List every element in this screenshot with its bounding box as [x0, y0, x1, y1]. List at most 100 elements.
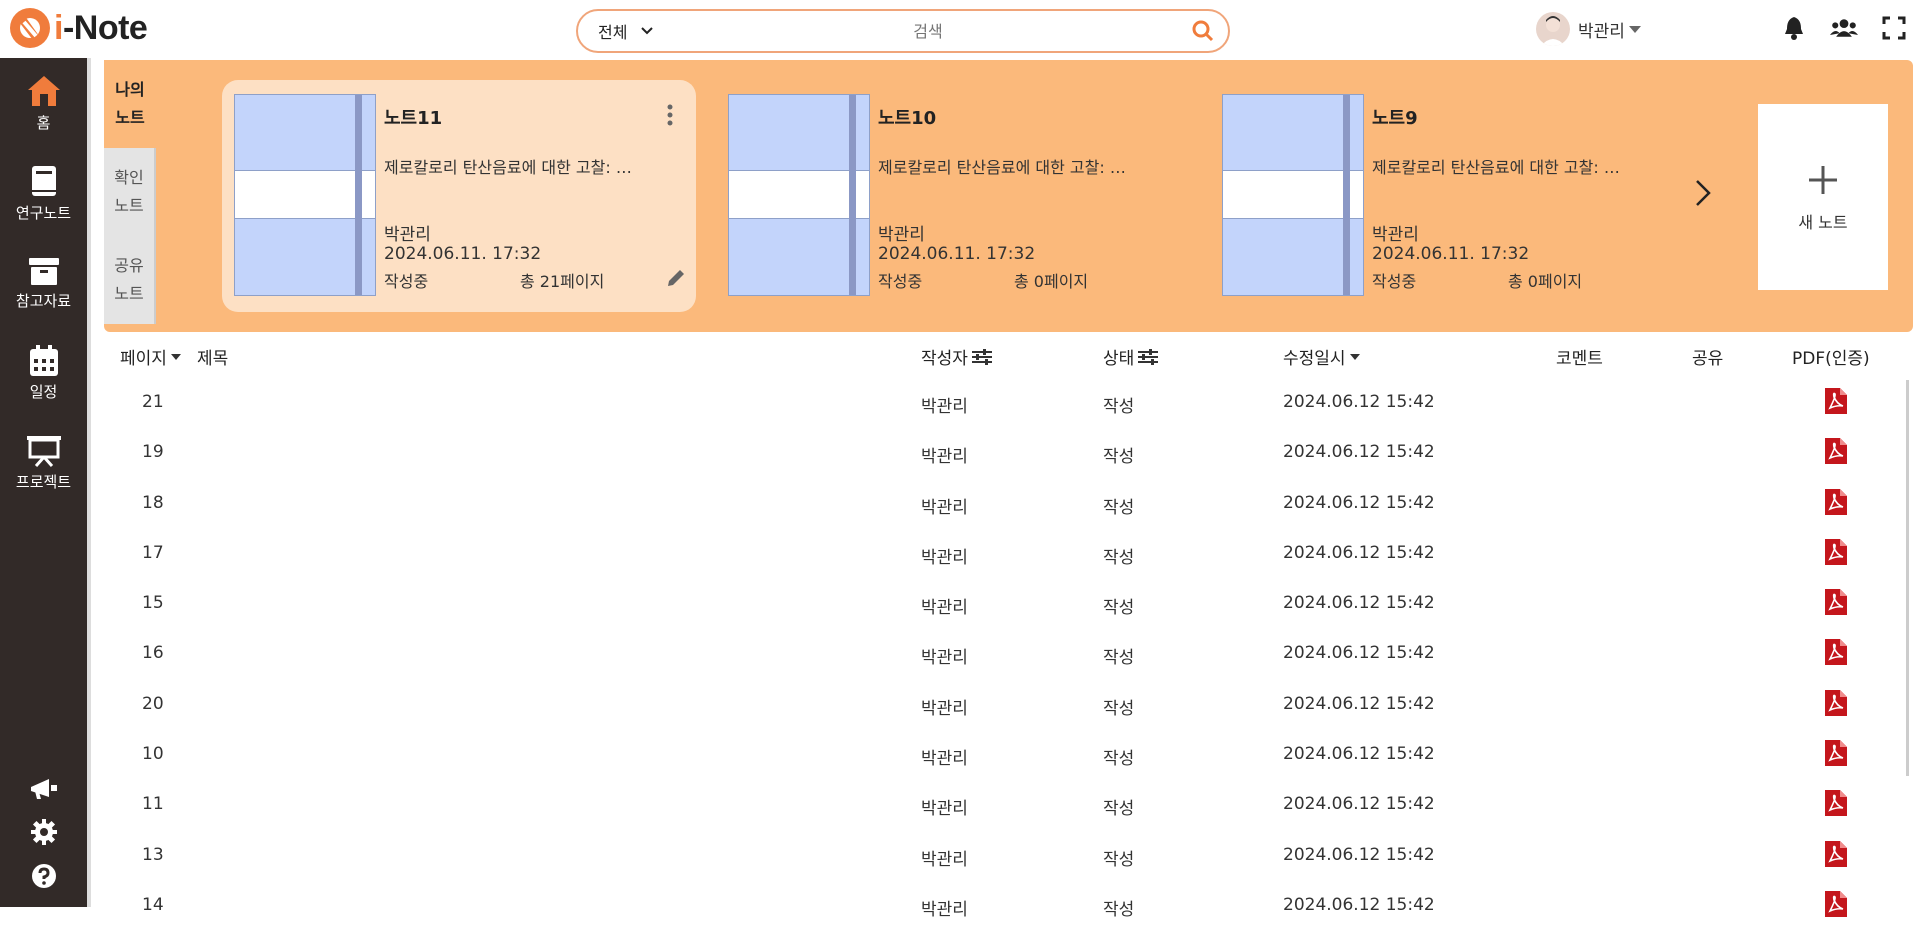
- sidebar-item-schedule[interactable]: 일정: [0, 328, 87, 418]
- chevron-right-icon[interactable]: [1694, 178, 1712, 212]
- sidebar-item-research-notes[interactable]: 연구노트: [0, 148, 87, 238]
- cell-modified: 2024.06.12 15:42: [1283, 693, 1435, 714]
- table-row[interactable]: 15 박관리 작성 2024.06.12 15:42: [104, 579, 1904, 629]
- note-card[interactable]: 노트9 제로칼로리 탄산음료에 대한 고찰: … 박관리 2024.06.11.…: [1210, 80, 1684, 312]
- table-row[interactable]: 16 박관리 작성 2024.06.12 15:42: [104, 629, 1904, 679]
- sidebar-item-label: 프로젝트: [15, 472, 72, 491]
- filter-icon: [971, 348, 992, 365]
- logo-icon: [10, 8, 50, 48]
- cell-modified: 2024.06.12 15:42: [1283, 542, 1435, 563]
- note-thumbnail: [728, 94, 870, 296]
- column-header-pdf: PDF(인증): [1792, 349, 1870, 369]
- note-description: 제로칼로리 탄산음료에 대한 고찰: …: [878, 158, 1126, 177]
- search-scope-select[interactable]: 전체: [578, 11, 678, 51]
- cell-author: 박관리: [921, 397, 968, 417]
- new-note-button[interactable]: 새 노트: [1758, 104, 1888, 290]
- pdf-icon[interactable]: [1825, 890, 1847, 922]
- note-title: 노트9: [1372, 108, 1418, 129]
- cell-status: 작성: [1103, 397, 1135, 417]
- bell-icon[interactable]: [1780, 14, 1808, 42]
- note-status: 작성중: [1372, 272, 1417, 291]
- table-row[interactable]: 18 박관리 작성 2024.06.12 15:42: [104, 479, 1904, 529]
- sidebar-item-projects[interactable]: 프로젝트: [0, 418, 87, 508]
- search-scope-label: 전체: [598, 23, 628, 42]
- more-options-icon[interactable]: [666, 104, 674, 130]
- pdf-icon[interactable]: [1825, 840, 1847, 872]
- sidebar-item-label: 연구노트: [15, 203, 72, 222]
- pdf-icon[interactable]: [1825, 589, 1847, 620]
- note-page-count: 총 0페이지: [1014, 272, 1089, 291]
- app-logo[interactable]: i-Note: [8, 8, 148, 48]
- sidebar-item-home[interactable]: 홈: [0, 58, 87, 148]
- new-note-label: 새 노트: [1798, 213, 1848, 232]
- fullscreen-icon[interactable]: [1880, 14, 1908, 42]
- note-date: 2024.06.11. 17:32: [384, 244, 542, 264]
- cell-page: 11: [142, 794, 164, 815]
- sidebar-item-label: 참고자료: [15, 291, 72, 310]
- tab-review-notes[interactable]: 확인 노트: [104, 148, 156, 236]
- cell-status: 작성: [1103, 648, 1135, 669]
- cell-modified: 2024.06.12 15:42: [1283, 392, 1435, 412]
- column-header-modified[interactable]: 수정일시: [1283, 344, 1360, 369]
- search-button[interactable]: [1178, 11, 1228, 51]
- table-row[interactable]: 19 박관리 작성 2024.06.12 15:42: [104, 428, 1904, 478]
- column-header-page[interactable]: 페이지: [120, 344, 181, 369]
- table-row[interactable]: 11 박관리 작성 2024.06.12 15:42: [104, 780, 1904, 830]
- search-input[interactable]: [678, 21, 1178, 41]
- note-description: 제로칼로리 탄산음료에 대한 고찰: …: [384, 158, 632, 177]
- tab-my-notes[interactable]: 나의 노트: [104, 60, 156, 148]
- note-card[interactable]: 노트11 제로칼로리 탄산음료에 대한 고찰: … 박관리 2024.06.11…: [222, 80, 696, 312]
- column-header-status[interactable]: 상태: [1103, 344, 1159, 369]
- scrollbar[interactable]: [1906, 380, 1909, 776]
- edit-icon[interactable]: [666, 268, 686, 292]
- pdf-icon[interactable]: [1825, 438, 1847, 469]
- cell-page: 16: [142, 643, 164, 664]
- user-menu[interactable]: 박관리: [1536, 12, 1641, 46]
- cell-page: 19: [142, 442, 164, 463]
- search-bar: 전체: [576, 9, 1230, 53]
- table-row[interactable]: 17 박관리 작성 2024.06.12 15:42: [104, 529, 1904, 579]
- table-row[interactable]: 14 박관리 작성 2024.06.12 15:42: [104, 881, 1904, 931]
- calendar-icon: [29, 344, 58, 376]
- pdf-icon[interactable]: [1825, 388, 1847, 419]
- cell-page: 14: [142, 894, 164, 915]
- sort-down-icon: [170, 353, 181, 360]
- sort-down-icon: [1349, 353, 1360, 360]
- sidebar-item-references[interactable]: 참고자료: [0, 238, 87, 328]
- pdf-icon[interactable]: [1825, 790, 1847, 821]
- pdf-icon[interactable]: [1825, 488, 1847, 520]
- note-title: 노트11: [384, 108, 443, 129]
- note-card[interactable]: 노트10 제로칼로리 탄산음료에 대한 고찰: … 박관리 2024.06.11…: [716, 80, 1190, 312]
- tab-shared-notes[interactable]: 공유 노트: [104, 236, 156, 324]
- cell-modified: 2024.06.12 15:42: [1283, 844, 1435, 865]
- cell-page: 13: [142, 844, 164, 865]
- pdf-icon[interactable]: [1825, 538, 1847, 570]
- cell-modified: 2024.06.12 15:42: [1283, 744, 1435, 765]
- note-date: 2024.06.11. 17:32: [878, 244, 1036, 264]
- help-icon[interactable]: [31, 863, 57, 893]
- sidebar-item-label: 홈: [36, 113, 51, 132]
- table-row[interactable]: 10 박관리 작성 2024.06.12 15:42: [104, 730, 1904, 780]
- table-row[interactable]: 13 박관리 작성 2024.06.12 15:42: [104, 831, 1904, 881]
- chevron-down-icon: [641, 24, 654, 38]
- cell-page: 18: [142, 492, 164, 513]
- table-row[interactable]: 21 박관리 작성 2024.06.12 15:42: [104, 378, 1904, 428]
- cell-page: 10: [142, 744, 164, 765]
- cell-status: 작성: [1103, 547, 1135, 568]
- users-icon[interactable]: [1830, 14, 1858, 42]
- column-header-author[interactable]: 작성자: [921, 344, 992, 369]
- pdf-icon[interactable]: [1825, 639, 1847, 670]
- megaphone-icon[interactable]: [29, 777, 59, 805]
- table-row[interactable]: 20 박관리 작성 2024.06.12 15:42: [104, 680, 1904, 730]
- cell-modified: 2024.06.12 15:42: [1283, 643, 1435, 664]
- note-page-count: 총 0페이지: [1508, 272, 1583, 291]
- pdf-icon[interactable]: [1825, 740, 1847, 771]
- cell-author: 박관리: [921, 749, 968, 770]
- cell-modified: 2024.06.12 15:42: [1283, 894, 1435, 915]
- note-author: 박관리: [384, 225, 431, 245]
- settings-icon[interactable]: [30, 819, 57, 849]
- pdf-icon[interactable]: [1825, 689, 1847, 721]
- presentation-icon: [26, 435, 61, 467]
- note-author: 박관리: [878, 225, 925, 245]
- cell-author: 박관리: [921, 447, 968, 468]
